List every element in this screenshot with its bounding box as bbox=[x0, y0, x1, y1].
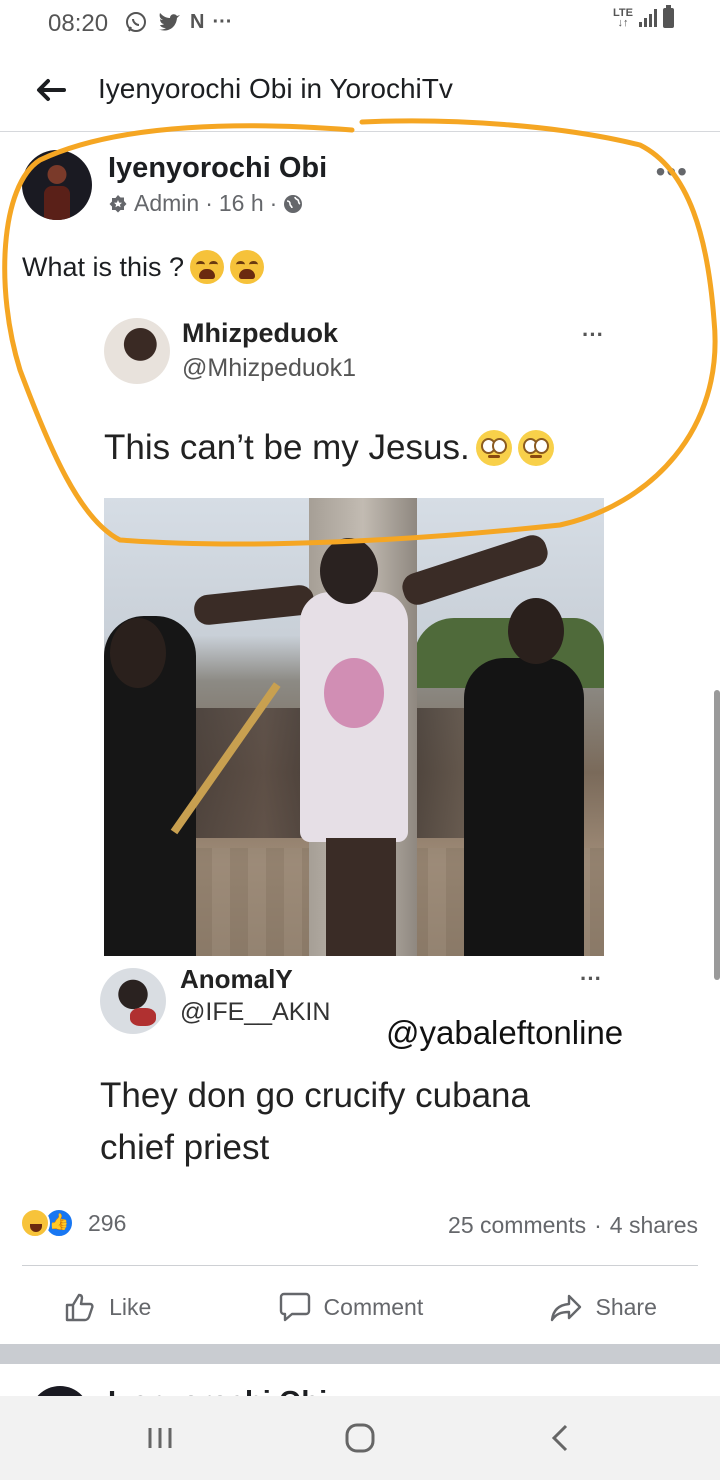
status-time: 08:20 bbox=[48, 10, 109, 37]
post-role: Admin bbox=[134, 190, 200, 216]
tweet-handle: @IFE__AKIN bbox=[180, 998, 331, 1026]
next-post-author: Iyenyorochi Obi bbox=[108, 1386, 327, 1396]
signal-icon bbox=[639, 9, 657, 27]
globe-icon bbox=[284, 194, 303, 213]
like-label: Like bbox=[109, 1293, 152, 1320]
comments-count[interactable]: 25 comments bbox=[448, 1212, 586, 1239]
comment-bubble-icon bbox=[279, 1292, 310, 1322]
page-title: Iyenyorochi Obi in YorochiTv bbox=[98, 73, 453, 104]
tweet-more-icon: ··· bbox=[582, 322, 604, 347]
back-arrow-icon[interactable] bbox=[30, 70, 70, 110]
meta-separator: · bbox=[269, 190, 278, 216]
share-button[interactable]: Share bbox=[549, 1290, 657, 1324]
whatsapp-icon bbox=[126, 12, 146, 32]
weary-face-icon bbox=[230, 250, 265, 284]
tweet-more-icon: ··· bbox=[580, 966, 602, 991]
lte-indicator: LTE ↓↑ bbox=[613, 7, 633, 29]
notification-icons: N ··· bbox=[124, 10, 232, 34]
tweet-text-content: This can’t be my Jesus. bbox=[104, 428, 470, 467]
lte-label: LTE bbox=[613, 7, 633, 19]
watermark: @yabaleftonline bbox=[386, 1014, 624, 1051]
eye-roll-face-icon bbox=[475, 430, 512, 466]
post-options-icon[interactable]: ••• bbox=[656, 156, 688, 188]
status-right: LTE ↓↑ bbox=[613, 5, 674, 29]
tweet-avatar bbox=[100, 968, 166, 1034]
share-label: Share bbox=[595, 1293, 657, 1320]
twitter-icon bbox=[158, 13, 180, 31]
meta-separator: · bbox=[205, 190, 213, 216]
post-image[interactable]: Mhizpeduok @Mhizpeduok1 ··· This can’t b… bbox=[96, 300, 623, 1190]
app-header: Iyenyorochi Obi in YorochiTv bbox=[0, 50, 720, 132]
thumbs-up-icon bbox=[65, 1293, 94, 1322]
feed-separator bbox=[0, 1344, 720, 1364]
stats-separator: · bbox=[594, 1212, 602, 1238]
comment-button[interactable]: Comment bbox=[278, 1290, 424, 1324]
tweet-text: They don go crucify cubana chief priest bbox=[100, 1076, 530, 1167]
post-actions: Like Comment Share bbox=[0, 1280, 720, 1334]
more-notifications-icon: ··· bbox=[212, 11, 233, 33]
post-caption-text: What is this ? bbox=[22, 251, 185, 282]
share-arrow-icon bbox=[551, 1294, 582, 1322]
post-meta: Admin · 16 h · bbox=[108, 190, 303, 217]
home-icon[interactable] bbox=[342, 1422, 378, 1454]
crucifixion-photo bbox=[104, 498, 604, 956]
tweet-avatar bbox=[104, 318, 170, 384]
admin-badge-icon bbox=[109, 194, 127, 212]
tweet-handle: @Mhizpeduok1 bbox=[182, 354, 357, 382]
author-avatar[interactable] bbox=[22, 150, 92, 220]
scrollbar[interactable] bbox=[714, 690, 720, 980]
divider bbox=[22, 1265, 698, 1266]
post-caption: What is this ? bbox=[22, 250, 265, 284]
post-stats: 25 comments · 4 shares bbox=[448, 1212, 698, 1239]
next-post-preview[interactable]: Iyenyorochi Obi bbox=[0, 1364, 720, 1396]
n-app-icon: N bbox=[190, 11, 205, 33]
eye-roll-face-icon bbox=[517, 430, 554, 466]
haha-reaction-icon bbox=[20, 1208, 50, 1238]
recent-apps-icon[interactable] bbox=[142, 1422, 178, 1454]
post-header: Iyenyorochi Obi Admin · 16 h · ••• bbox=[22, 150, 702, 230]
tweet-display-name: AnomalY bbox=[180, 964, 293, 994]
weary-face-icon bbox=[190, 250, 225, 284]
next-post-avatar bbox=[30, 1386, 90, 1396]
tweet-text: This can’t be my Jesus. bbox=[104, 428, 554, 468]
reaction-summary[interactable]: 👍 296 bbox=[20, 1208, 126, 1238]
comment-label: Comment bbox=[323, 1293, 424, 1320]
post-author[interactable]: Iyenyorochi Obi bbox=[108, 152, 327, 185]
post-time[interactable]: 16 h bbox=[219, 190, 264, 217]
battery-icon bbox=[663, 5, 674, 28]
back-icon[interactable] bbox=[544, 1422, 580, 1454]
tweet-display-name: Mhizpeduok bbox=[182, 318, 338, 348]
status-bar: 08:20 N ··· LTE ↓↑ bbox=[0, 0, 720, 44]
like-button[interactable]: Like bbox=[63, 1290, 151, 1324]
reaction-count: 296 bbox=[88, 1209, 127, 1236]
android-nav-bar bbox=[0, 1396, 720, 1480]
shares-count[interactable]: 4 shares bbox=[610, 1212, 698, 1239]
